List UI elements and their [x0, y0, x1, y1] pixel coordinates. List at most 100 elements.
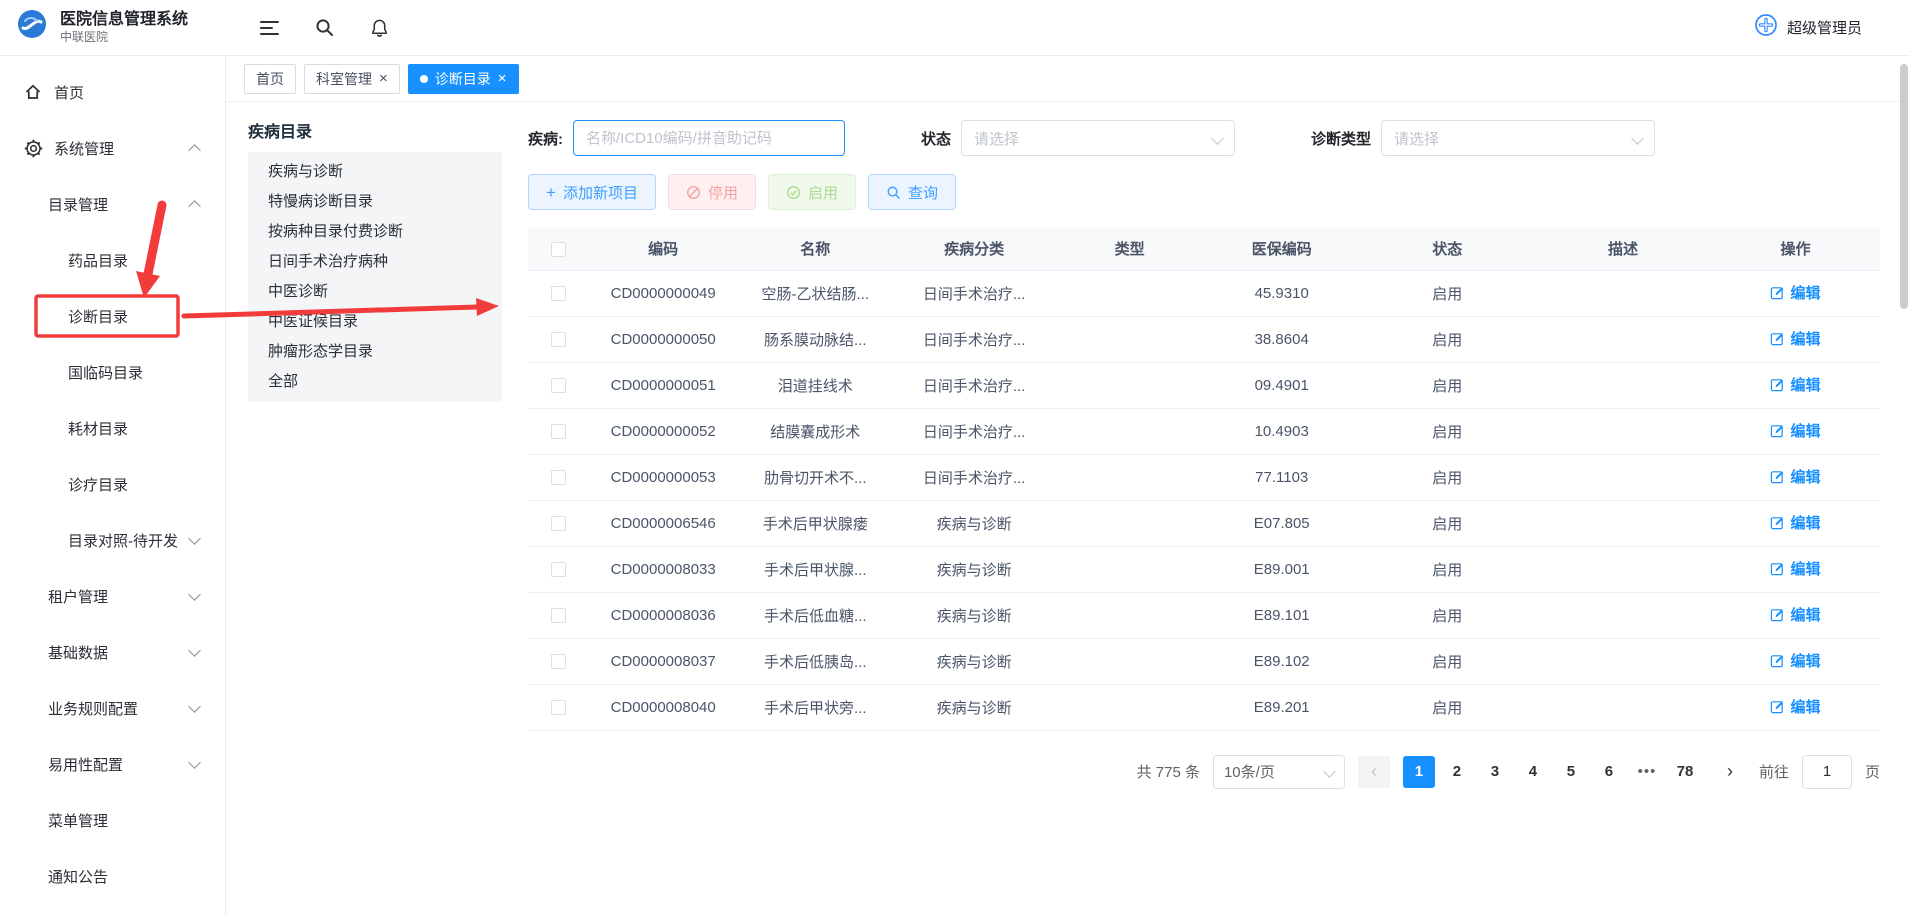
next-page-button[interactable]: ›: [1714, 756, 1746, 788]
sidebar-item-consumables-catalog[interactable]: 耗材目录: [0, 400, 225, 456]
edit-button[interactable]: 编辑: [1770, 328, 1820, 349]
table-row: CD0000006546手术后甲状腺瘘疾病与诊断E07.805启用编辑: [528, 500, 1880, 546]
pagination-pages: 123456•••78: [1403, 756, 1701, 788]
tab-dept-mgmt[interactable]: 科室管理 ×: [304, 64, 400, 94]
prev-page-button[interactable]: ‹: [1358, 756, 1390, 788]
page-button-6[interactable]: 6: [1593, 756, 1625, 788]
sidebar-item-treatment-catalog[interactable]: 诊疗目录: [0, 456, 225, 512]
page-size-select[interactable]: 10条/页: [1213, 755, 1345, 789]
cell-insurance-code: E89.101: [1204, 592, 1359, 638]
row-checkbox[interactable]: [551, 424, 566, 439]
tab-diagnosis-catalog[interactable]: 诊断目录 ×: [408, 64, 519, 94]
cell-status: 启用: [1359, 270, 1535, 316]
edit-button[interactable]: 编辑: [1770, 604, 1820, 625]
tab-home[interactable]: 首页: [244, 64, 296, 94]
catalog-item-drg-payment[interactable]: 按病种目录付费诊断: [248, 217, 502, 247]
disease-catalog-panel: 疾病目录 疾病与诊断 特慢病诊断目录 按病种目录付费诊断 日间手术治疗病种 中医…: [226, 102, 502, 915]
row-checkbox[interactable]: [551, 470, 566, 485]
bell-icon[interactable]: [370, 18, 389, 38]
ban-icon: [686, 185, 701, 200]
check-circle-icon: [786, 185, 801, 200]
edit-button[interactable]: 编辑: [1770, 558, 1820, 579]
catalog-item-chronic[interactable]: 特慢病诊断目录: [248, 187, 502, 217]
cell-type: [1055, 316, 1204, 362]
catalog-item-tumor-morphology[interactable]: 肿瘤形态学目录: [248, 337, 502, 367]
edit-icon: [1770, 699, 1785, 714]
page-button-1[interactable]: 1: [1403, 756, 1435, 788]
cell-status: 启用: [1359, 408, 1535, 454]
tab-label: 首页: [256, 69, 284, 89]
page-button-5[interactable]: 5: [1555, 756, 1587, 788]
cell-code: CD0000000051: [589, 362, 738, 408]
row-checkbox[interactable]: [551, 286, 566, 301]
edit-button[interactable]: 编辑: [1770, 650, 1820, 671]
page-button-2[interactable]: 2: [1441, 756, 1473, 788]
user-menu[interactable]: 超级管理员: [1754, 13, 1910, 42]
menu-collapse-icon[interactable]: [260, 20, 279, 36]
disable-button[interactable]: 停用: [668, 174, 756, 210]
close-icon[interactable]: ×: [498, 71, 507, 86]
chevron-down-icon: [1323, 765, 1336, 778]
row-checkbox[interactable]: [551, 516, 566, 531]
pagination-ellipsis[interactable]: •••: [1631, 756, 1663, 788]
status-select[interactable]: 请选择: [961, 120, 1235, 156]
edit-button[interactable]: 编辑: [1770, 374, 1820, 395]
table-body: CD0000000049空肠-乙状结肠...日间手术治疗...45.9310启用…: [528, 270, 1880, 730]
sidebar-item-menu-mgmt[interactable]: 菜单管理: [0, 792, 225, 848]
catalog-item-disease-diagnosis[interactable]: 疾病与诊断: [248, 157, 502, 187]
vertical-scrollbar-thumb[interactable]: [1900, 64, 1908, 309]
disease-search-input[interactable]: [573, 120, 845, 156]
goto-page-input[interactable]: [1802, 755, 1852, 789]
cell-description: [1535, 500, 1711, 546]
row-checkbox[interactable]: [551, 700, 566, 715]
filter-bar: 疾病: 状态 请选择 诊断类型 请选择: [528, 120, 1880, 156]
catalog-item-tcm-diagnosis[interactable]: 中医诊断: [248, 277, 502, 307]
enable-label: 启用: [808, 182, 838, 203]
sidebar-item-tenant-mgmt[interactable]: 租户管理: [0, 568, 225, 624]
sidebar-item-basic-data[interactable]: 基础数据: [0, 624, 225, 680]
page-button-4[interactable]: 4: [1517, 756, 1549, 788]
sidebar-item-diagnosis-catalog[interactable]: 诊断目录: [0, 288, 225, 344]
row-checkbox[interactable]: [551, 608, 566, 623]
close-icon[interactable]: ×: [379, 71, 388, 86]
page-button-3[interactable]: 3: [1479, 756, 1511, 788]
catalog-item-day-surgery[interactable]: 日间手术治疗病种: [248, 247, 502, 277]
row-checkbox[interactable]: [551, 332, 566, 347]
sidebar-item-business-rules[interactable]: 业务规则配置: [0, 680, 225, 736]
edit-button[interactable]: 编辑: [1770, 512, 1820, 533]
catalog-item-all[interactable]: 全部: [248, 367, 502, 397]
edit-button[interactable]: 编辑: [1770, 282, 1820, 303]
cell-insurance-code: 77.1103: [1204, 454, 1359, 500]
sidebar-item-catalog-mapping[interactable]: 目录对照-待开发: [0, 512, 225, 568]
chevron-down-icon: [188, 588, 201, 601]
edit-button[interactable]: 编辑: [1770, 696, 1820, 717]
edit-button[interactable]: 编辑: [1770, 420, 1820, 441]
cell-code: CD0000000050: [589, 316, 738, 362]
row-checkbox[interactable]: [551, 654, 566, 669]
add-item-button[interactable]: + 添加新项目: [528, 174, 656, 210]
select-all-checkbox[interactable]: [551, 242, 566, 257]
sidebar-item-home[interactable]: 首页: [0, 64, 225, 120]
cell-disease-category: 疾病与诊断: [893, 638, 1055, 684]
sidebar-item-catalog-mgmt[interactable]: 目录管理: [0, 176, 225, 232]
search-icon[interactable]: [315, 18, 334, 37]
table-row: CD0000000049空肠-乙状结肠...日间手术治疗...45.9310启用…: [528, 270, 1880, 316]
sidebar-item-national-code-catalog[interactable]: 国临码目录: [0, 344, 225, 400]
row-checkbox[interactable]: [551, 562, 566, 577]
edit-icon: [1770, 285, 1785, 300]
user-name[interactable]: 超级管理员: [1787, 17, 1862, 38]
edit-button[interactable]: 编辑: [1770, 466, 1820, 487]
catalog-item-tcm-syndrome[interactable]: 中医证候目录: [248, 307, 502, 337]
enable-button[interactable]: 启用: [768, 174, 856, 210]
diagnosis-type-select[interactable]: 请选择: [1381, 120, 1655, 156]
chevron-down-icon: [188, 756, 201, 769]
tab-bar: 首页 科室管理 × 诊断目录 ×: [226, 56, 1910, 102]
row-checkbox[interactable]: [551, 378, 566, 393]
page-button-78[interactable]: 78: [1669, 756, 1701, 788]
sidebar-item-system-mgmt[interactable]: 系统管理: [0, 120, 225, 176]
cell-disease-category: 疾病与诊断: [893, 546, 1055, 592]
sidebar-item-drug-catalog[interactable]: 药品目录: [0, 232, 225, 288]
query-button[interactable]: 查询: [868, 174, 956, 210]
sidebar-item-usability-config[interactable]: 易用性配置: [0, 736, 225, 792]
sidebar-item-notice[interactable]: 通知公告: [0, 848, 225, 904]
